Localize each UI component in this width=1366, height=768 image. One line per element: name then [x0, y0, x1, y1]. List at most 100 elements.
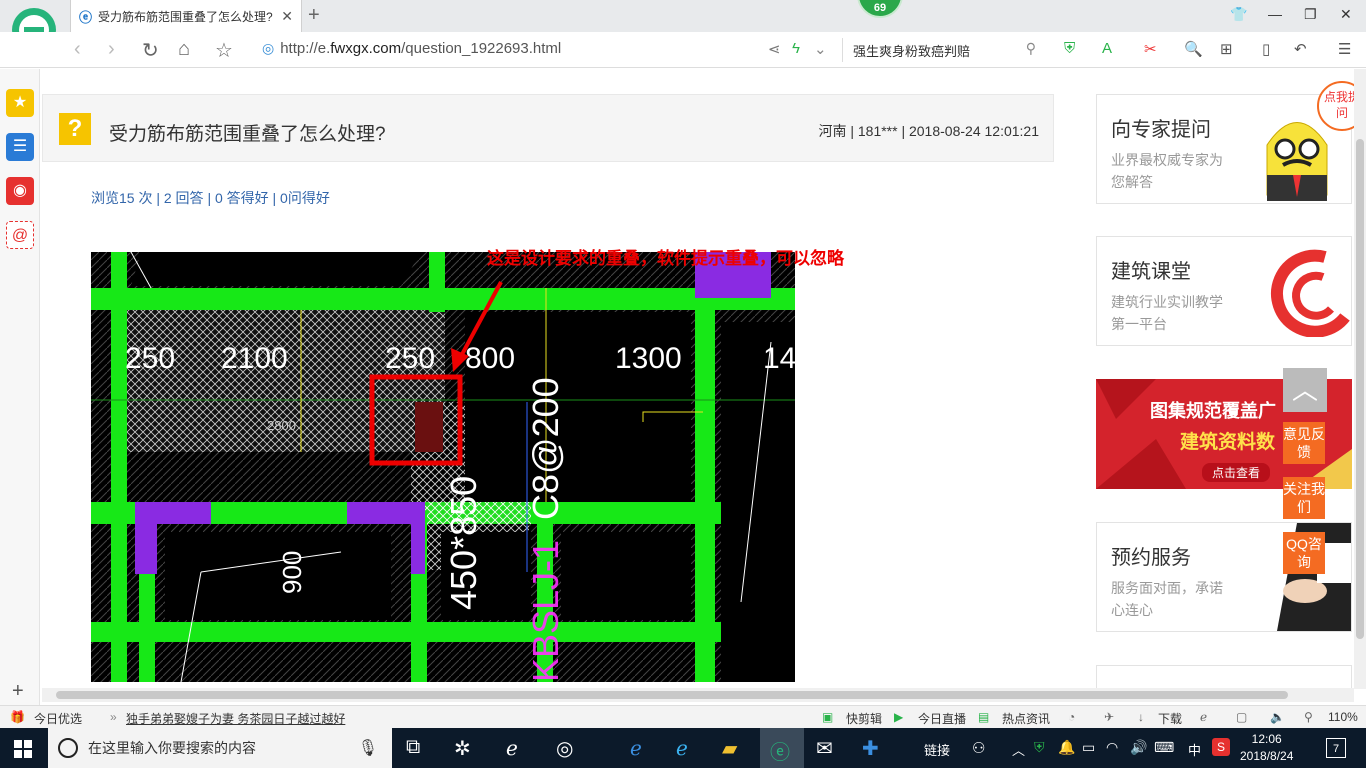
back-icon[interactable]: ‹ — [74, 38, 81, 61]
tab-bar: ⓔ 受力筋布筋范围重叠了怎么处理? ✕ + 69 👕 — ❐ ✕ — [0, 0, 1366, 32]
card-subtitle: 建筑行业实训教学第一平台 — [1111, 294, 1223, 332]
news-ticker[interactable]: 独手弟弟娶嫂子为妻 务茶园日子越过越好 — [126, 710, 345, 727]
search-input[interactable]: 强生爽身粉致癌判赔 ⚲ — [842, 38, 1042, 62]
windows-start-icon[interactable] — [14, 740, 32, 758]
scissors-icon[interactable]: ✂ — [1144, 40, 1157, 58]
annotation-text: 这是设计要求的重叠，软件提示重叠，可以忽略 — [487, 249, 844, 269]
status-bar: 🎁 今日优选 » 独手弟弟娶嫂子为妻 务茶园日子越过越好 ▣ 快剪辑 ▶ 今日直… — [0, 705, 1366, 728]
active-browser-task[interactable]: ⓔ — [760, 728, 804, 768]
bell-icon[interactable]: 🔔 — [1058, 739, 1075, 756]
mail-icon[interactable]: ✉ — [816, 736, 833, 761]
security-tray-icon[interactable]: ⛨ — [1034, 739, 1045, 756]
horizontal-scrollbar[interactable] — [42, 688, 1354, 702]
keyboard-icon[interactable]: ⌨ — [1154, 739, 1174, 756]
undo-icon[interactable]: ↶ — [1294, 40, 1307, 58]
weibo-icon[interactable]: ◉ — [6, 177, 34, 205]
ie-mode-icon[interactable]: ℯ — [1200, 710, 1207, 724]
ie-icon[interactable]: ℯ — [676, 736, 688, 761]
scroll-thumb[interactable] — [56, 691, 1288, 699]
question-mark-icon: ? — [59, 113, 91, 145]
taskbar-search-input[interactable]: 在这里输入你要搜索的内容 🎙 — [48, 728, 392, 768]
add-sidebar-icon[interactable]: + — [12, 680, 24, 703]
tray-expand-icon[interactable]: ︿ — [1012, 740, 1025, 759]
url-domain: fwxgx.com — [330, 40, 402, 57]
today-picks-label[interactable]: 今日优选 — [34, 710, 82, 727]
system-clock[interactable]: 12:06 2018/8/24 — [1240, 731, 1293, 765]
zoom-icon[interactable]: ⚲ — [1304, 710, 1313, 724]
task-view-icon[interactable]: ⧉ — [406, 736, 420, 759]
feedback-button[interactable]: 意见反馈 — [1283, 422, 1325, 464]
swirl-app-icon[interactable]: ◎ — [556, 736, 573, 761]
status-item[interactable]: 热点资讯 — [1002, 710, 1050, 727]
next-card[interactable] — [1096, 665, 1352, 689]
share-icon[interactable]: ⋖ — [768, 40, 781, 58]
qq-consult-button[interactable]: QQ咨询 — [1283, 532, 1325, 574]
sogou-icon[interactable]: S — [1212, 738, 1230, 756]
wifi-icon[interactable]: ◠ — [1106, 739, 1118, 756]
edge-browser-icon[interactable]: ℯ — [506, 736, 518, 761]
apps-grid-icon[interactable]: ⊞ — [1220, 40, 1233, 58]
reading-list-icon[interactable]: ☰ — [6, 133, 34, 161]
ime-indicator[interactable]: 中 — [1188, 740, 1201, 759]
status-item[interactable]: 快剪辑 — [846, 710, 882, 727]
battery-icon[interactable]: ▭ — [1082, 739, 1095, 756]
sound-icon[interactable]: 🔈 — [1270, 710, 1285, 724]
cortana-icon — [58, 738, 78, 758]
search-icon[interactable]: ⚲ — [1026, 40, 1036, 57]
edge-icon[interactable]: ℯ — [630, 736, 642, 761]
close-tab-icon[interactable]: ✕ — [281, 8, 293, 25]
status-item[interactable]: 下载 — [1158, 710, 1182, 727]
favorite-star-icon[interactable]: ☆ — [215, 38, 233, 63]
links-toolbar-label[interactable]: 链接 — [924, 740, 950, 759]
vertical-scrollbar[interactable] — [1354, 69, 1366, 689]
minimize-button[interactable]: — — [1268, 6, 1282, 22]
browser-tab[interactable]: ⓔ 受力筋布筋范围重叠了怎么处理? ✕ — [70, 0, 302, 32]
email-icon[interactable]: @ — [6, 221, 34, 249]
gift-icon[interactable]: 🎁 — [10, 710, 25, 724]
person-icon[interactable]: ⚇ — [972, 739, 985, 757]
cad-screenshot[interactable]: 250 2100 250 800 1300 14 2800 900 450*85… — [91, 252, 795, 682]
window-icon[interactable]: ▢ — [1236, 710, 1247, 724]
dim-text: 900 — [277, 550, 307, 594]
favorites-star-icon[interactable]: ★ — [6, 89, 34, 117]
status-item[interactable]: 今日直播 — [918, 710, 966, 727]
address-bar[interactable]: ◎ http://e. fwxgx.com /question_1922693.… — [262, 40, 561, 57]
forward-icon[interactable]: › — [108, 38, 115, 61]
expert-card[interactable]: 向专家提问 业界最权威专家为您解答 点我提问 — [1096, 81, 1366, 204]
home-icon[interactable]: ⌂ — [178, 38, 190, 61]
file-explorer-icon[interactable]: ▰ — [722, 736, 737, 761]
back-to-top-button[interactable]: ︿ — [1283, 368, 1327, 412]
dim-text: 1300 — [615, 342, 682, 375]
volume-icon[interactable]: 🔊 — [1130, 739, 1147, 756]
scroll-thumb[interactable] — [1356, 139, 1364, 639]
question-stats[interactable]: 浏览15 次 | 2 回答 | 0 答得好 | 0问得好 — [91, 188, 330, 208]
download-icon: ↓ — [1138, 710, 1144, 724]
follow-button[interactable]: 关注我们 — [1283, 477, 1325, 519]
speed-icon[interactable]: ◔ — [1068, 710, 1075, 724]
dim-text: 2100 — [221, 342, 288, 375]
restore-button[interactable]: ❐ — [1304, 6, 1317, 23]
microphone-icon[interactable]: 🎙 — [358, 738, 378, 758]
new-tab-button[interactable]: + — [308, 4, 320, 27]
classroom-card[interactable]: 建筑课堂 建筑行业实训教学第一平台 — [1096, 236, 1352, 346]
magnifier-icon[interactable]: 🔍 — [1184, 40, 1203, 58]
notification-badge[interactable]: 69 — [857, 0, 903, 18]
dingtalk-icon[interactable]: ✚ — [862, 736, 879, 761]
shield-icon[interactable]: ⛨ — [1064, 40, 1075, 57]
lightning-icon[interactable]: ϟ — [792, 40, 800, 57]
pin-icon[interactable]: ✈ — [1104, 710, 1114, 724]
tablet-icon[interactable]: ▯ — [1262, 40, 1270, 58]
rebar-spec-label: C8@200 — [525, 377, 566, 520]
banner-button[interactable]: 点击查看 — [1202, 463, 1271, 482]
tab-favicon-icon: ⓔ — [79, 9, 93, 25]
translate-icon[interactable]: A — [1102, 40, 1112, 57]
action-center-icon[interactable]: 7 — [1326, 738, 1346, 758]
shirt-icon[interactable]: 👕 — [1230, 6, 1247, 23]
zoom-level[interactable]: 110% — [1328, 710, 1358, 724]
chevron-down-icon[interactable]: ⌄ — [814, 40, 827, 58]
menu-icon[interactable]: ☰ — [1338, 40, 1351, 58]
close-window-button[interactable]: ✕ — [1340, 6, 1352, 23]
live-icon: ▶ — [894, 710, 904, 724]
pinwheel-app-icon[interactable]: ✲ — [454, 736, 471, 761]
reload-icon[interactable]: ↻ — [142, 38, 159, 63]
